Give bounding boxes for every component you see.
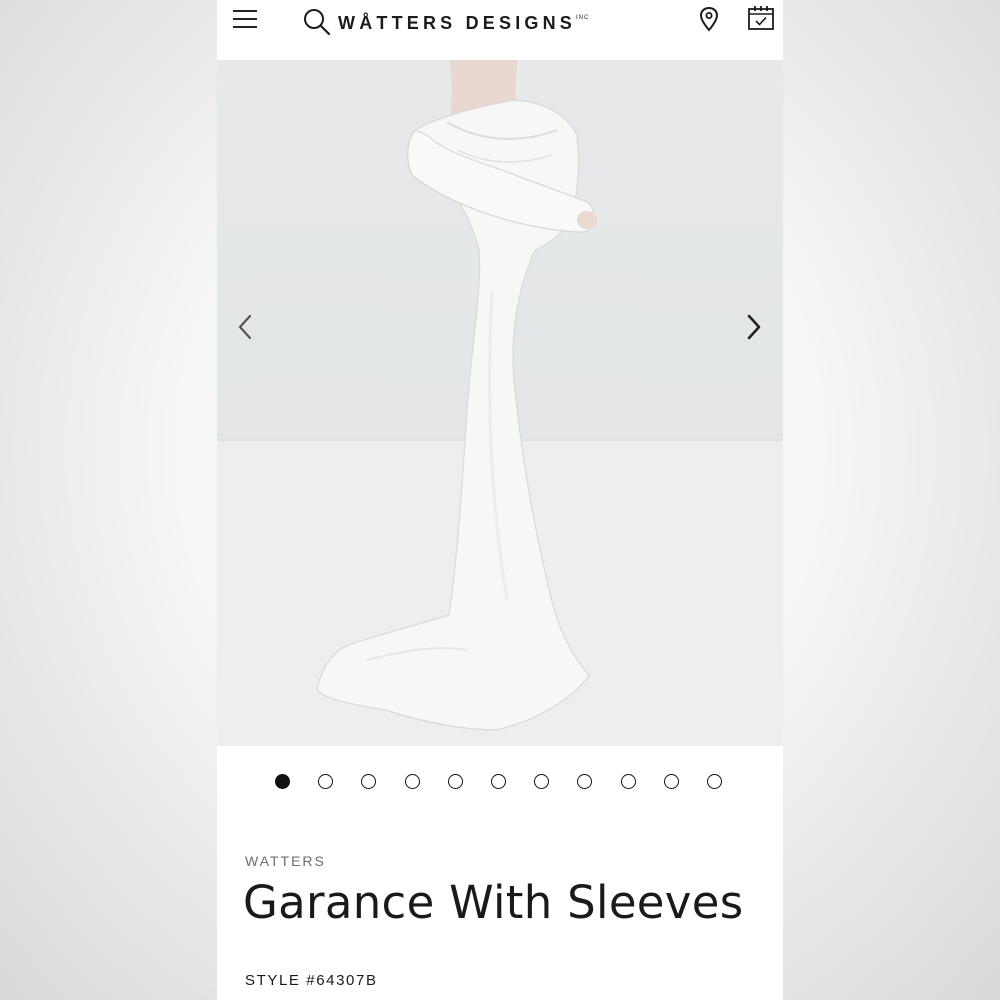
carousel-dot[interactable] bbox=[404, 774, 420, 789]
next-slide-button[interactable] bbox=[739, 310, 769, 344]
carousel-dot[interactable] bbox=[707, 774, 722, 789]
product-title: Garance With Sleeves bbox=[243, 876, 744, 929]
site-header: WÅTTERS DESIGNSINC bbox=[217, 0, 783, 60]
style-number: STYLE #64307B bbox=[245, 972, 378, 989]
chevron-left-icon bbox=[238, 314, 252, 340]
brand-logo[interactable]: WÅTTERS DESIGNSINC bbox=[338, 13, 589, 34]
brand-suffix: INC bbox=[576, 15, 590, 21]
designer-name: WATTERS bbox=[245, 853, 326, 869]
carousel-dot[interactable] bbox=[663, 774, 679, 789]
carousel-pagination bbox=[217, 772, 783, 794]
product-image-carousel[interactable] bbox=[217, 60, 783, 746]
previous-slide-button[interactable] bbox=[231, 310, 261, 344]
menu-icon[interactable] bbox=[233, 10, 257, 30]
product-page: WÅTTERS DESIGNSINC WATTERS Garance With … bbox=[217, 0, 783, 1000]
calendar-check-icon[interactable] bbox=[747, 4, 775, 32]
search-icon[interactable] bbox=[303, 8, 331, 36]
carousel-dot[interactable] bbox=[577, 774, 593, 789]
location-pin-icon[interactable] bbox=[699, 6, 719, 32]
gown-photo bbox=[217, 60, 783, 746]
carousel-dot[interactable] bbox=[491, 774, 506, 789]
carousel-dot[interactable] bbox=[447, 774, 463, 789]
carousel-dot[interactable] bbox=[361, 774, 377, 789]
carousel-dot[interactable] bbox=[620, 774, 636, 789]
chevron-right-icon bbox=[747, 314, 761, 340]
carousel-dot[interactable] bbox=[534, 774, 550, 789]
carousel-dot[interactable] bbox=[318, 774, 334, 789]
carousel-dot[interactable] bbox=[275, 774, 290, 789]
brand-name: WÅTTERS DESIGNS bbox=[338, 13, 577, 33]
